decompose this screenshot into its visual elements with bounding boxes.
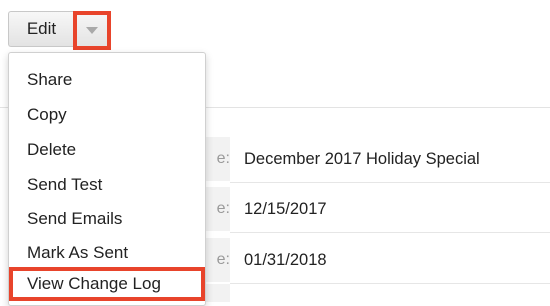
- field-label: e:: [216, 150, 230, 167]
- menu-item-send-emails[interactable]: Send Emails: [9, 202, 205, 236]
- field-value-name: December 2017 Holiday Special: [244, 150, 480, 168]
- actions-dropdown-toggle[interactable]: [73, 11, 111, 50]
- field-value-end-date: 01/31/2018: [244, 251, 327, 269]
- menu-item-view-change-log[interactable]: View Change Log: [9, 267, 205, 301]
- menu-item-copy[interactable]: Copy: [9, 98, 205, 132]
- caret-down-icon: [86, 27, 98, 34]
- row-divider: [230, 182, 550, 183]
- edit-split-button: Edit: [8, 11, 74, 47]
- field-label: e:: [216, 251, 230, 268]
- actions-dropdown-menu: Share Copy Delete Send Test Send Emails …: [8, 52, 206, 306]
- row-divider: [230, 232, 550, 233]
- menu-item-delete[interactable]: Delete: [9, 133, 205, 167]
- row-divider: [230, 283, 550, 284]
- menu-item-share[interactable]: Share: [9, 63, 205, 97]
- menu-item-mark-as-sent[interactable]: Mark As Sent: [9, 236, 205, 270]
- menu-item-send-test[interactable]: Send Test: [9, 168, 205, 202]
- field-label: e:: [216, 200, 230, 217]
- field-value-start-date: 12/15/2017: [244, 200, 327, 218]
- edit-button[interactable]: Edit: [8, 11, 74, 47]
